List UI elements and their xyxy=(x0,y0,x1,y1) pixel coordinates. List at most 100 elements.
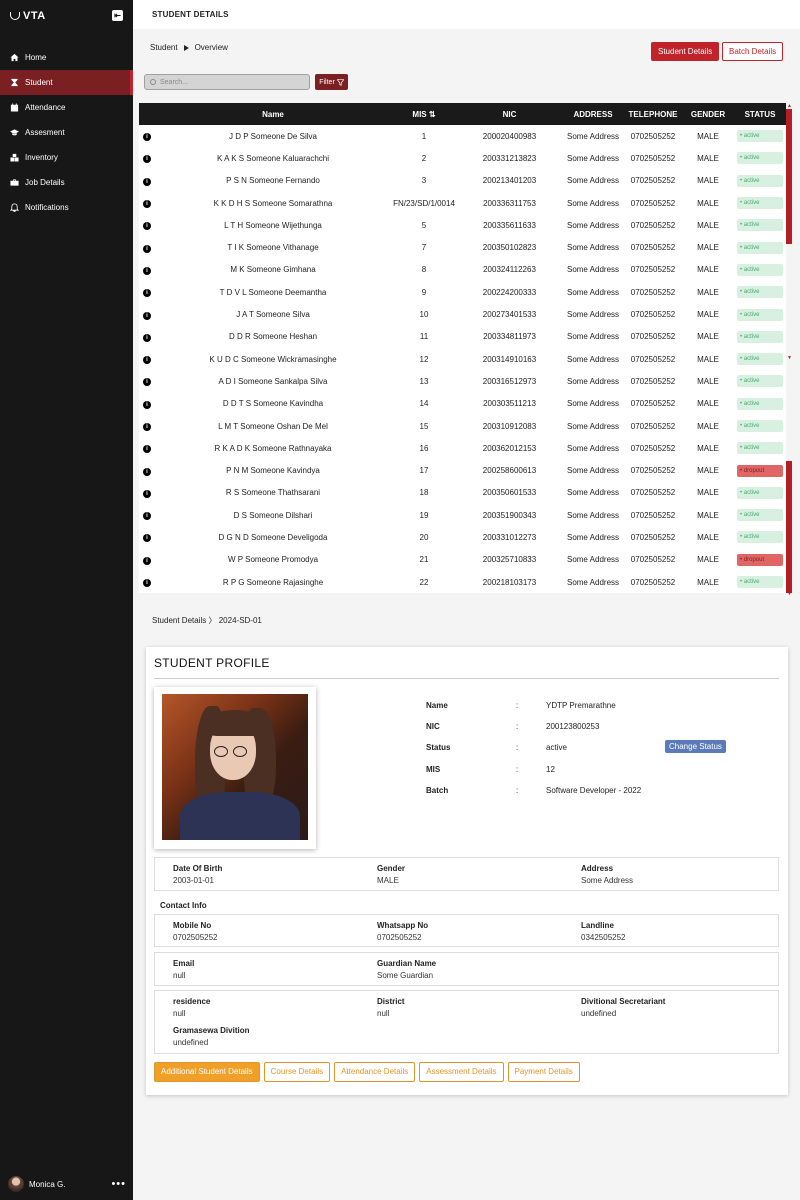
cell-info[interactable]: i xyxy=(139,281,155,303)
table-row[interactable]: i K A K S Someone Kaluarachchi 2 2003312138… xyxy=(139,147,786,169)
cell-info[interactable]: i xyxy=(139,437,155,459)
more-options-icon[interactable]: ••• xyxy=(111,1178,126,1190)
info-icon[interactable]: i xyxy=(143,556,151,565)
cell-info[interactable]: i xyxy=(139,170,155,192)
cell-info[interactable]: i xyxy=(139,259,155,281)
info-icon[interactable]: i xyxy=(143,423,151,431)
cell-info[interactable]: i xyxy=(139,192,155,214)
sidebar-item-assesment[interactable]: Assesment xyxy=(0,120,133,145)
info-icon[interactable]: i xyxy=(143,445,151,454)
student-details-button[interactable]: Student Details xyxy=(651,42,720,61)
cell-info[interactable]: i xyxy=(139,214,155,236)
table-row[interactable]: i K U D C Someone Wickramasinghe 12 2003149… xyxy=(139,348,786,370)
table-row[interactable]: i J A T Someone Silva 10 200273401533 Some A… xyxy=(139,303,786,325)
info-icon[interactable]: i xyxy=(143,333,151,342)
scrollbar-thumb[interactable] xyxy=(786,461,792,593)
cell-info[interactable]: i xyxy=(139,504,155,526)
table-row[interactable]: i R S Someone Thathsarani 18 200350601533 So… xyxy=(139,482,786,504)
sidebar-item-inventory[interactable]: Inventory xyxy=(0,145,133,170)
table-row[interactable]: i D D R Someone Heshan 11 200334811973 Some … xyxy=(139,326,786,348)
sidebar-item-student[interactable]: Student xyxy=(0,70,133,95)
info-icon[interactable]: i xyxy=(143,244,151,253)
info-icon[interactable]: i xyxy=(143,133,151,142)
change-status-button[interactable]: Change Status xyxy=(665,740,726,753)
table-row[interactable]: i W P Someone Promodya 21 200325710833 Some … xyxy=(139,549,786,571)
info-icon[interactable]: i xyxy=(143,356,151,365)
collapse-sidebar-button[interactable]: ⇤ xyxy=(112,10,123,21)
table-row[interactable]: i R K A D K Someone Rathnayaka 16 200362012… xyxy=(139,437,786,459)
info-icon[interactable]: i xyxy=(143,222,151,231)
cell-info[interactable]: i xyxy=(139,147,155,169)
sidebar-item-notifications[interactable]: Notifications xyxy=(0,195,133,220)
cell-info[interactable]: i xyxy=(139,393,155,415)
info-icon[interactable]: i xyxy=(143,579,151,588)
col-telephone[interactable]: TELEPHONE xyxy=(624,103,682,125)
table-row[interactable]: i P N M Someone Kavindya 17 200258600613 Som… xyxy=(139,459,786,481)
table-row[interactable]: i R P G Someone Rajasinghe 22 200218103173 S… xyxy=(139,571,786,593)
info-icon[interactable]: i xyxy=(143,155,151,164)
cell-info[interactable]: i xyxy=(139,459,155,481)
table-row[interactable]: i K K D H S Someone Somarathna FN/23/SD/1/… xyxy=(139,192,786,214)
col-nic[interactable]: NIC xyxy=(457,103,562,125)
tab-attendance-details[interactable]: Attendance Details xyxy=(334,1062,416,1082)
cell-info[interactable]: i xyxy=(139,482,155,504)
breadcrumb-student[interactable]: Student xyxy=(150,43,178,52)
info-icon[interactable]: i xyxy=(143,311,151,320)
table-row[interactable]: i D S Someone Dilshari 19 200351900343 Some … xyxy=(139,504,786,526)
table-row[interactable]: i D D T S Someone Kavindha 14 200303511213 S… xyxy=(139,393,786,415)
info-icon[interactable]: i xyxy=(143,467,151,476)
table-row[interactable]: i P S N Someone Fernando 3 200213401203 Some… xyxy=(139,170,786,192)
cell-info[interactable]: i xyxy=(139,236,155,258)
cell-mis: 18 xyxy=(419,488,429,498)
batch-details-button[interactable]: Batch Details xyxy=(722,42,784,61)
scroll-down-icon[interactable]: ▼ xyxy=(787,355,792,361)
sidebar-item-attendance[interactable]: Attendance xyxy=(0,95,133,120)
scroll-down-icon[interactable]: ▼ xyxy=(787,591,792,597)
tab-assessment-details[interactable]: Assessment Details xyxy=(419,1062,504,1082)
cell-info[interactable]: i xyxy=(139,303,155,325)
app-logo[interactable]: VTA xyxy=(10,10,46,22)
info-icon[interactable]: i xyxy=(143,489,151,498)
col-address[interactable]: ADDRESS xyxy=(562,103,624,125)
filter-button[interactable]: Filter xyxy=(315,74,348,90)
table-row[interactable]: i T I K Someone Vithanage 7 200350102823 Som… xyxy=(139,236,786,258)
cell-info[interactable]: i xyxy=(139,370,155,392)
cell-info[interactable]: i xyxy=(139,549,155,571)
graduation-cap-icon xyxy=(10,128,19,137)
scrollbar-thumb[interactable] xyxy=(786,109,792,244)
search-input[interactable]: Search... xyxy=(144,74,310,90)
col-mis[interactable]: MIS ⇅ xyxy=(391,103,457,125)
table-row[interactable]: i T D V L Someone Deemantha 9 200224200333 S… xyxy=(139,281,786,303)
table-row[interactable]: i M K Someone Gimhana 8 200324112263 Some Ad… xyxy=(139,259,786,281)
cell-info[interactable]: i xyxy=(139,571,155,593)
table-row[interactable]: i A D I Someone Sankalpa Silva 13 200316512… xyxy=(139,370,786,392)
info-icon[interactable]: i xyxy=(143,378,151,387)
info-icon[interactable]: i xyxy=(143,534,151,543)
cell-info[interactable]: i xyxy=(139,348,155,370)
cell-info[interactable]: i xyxy=(139,326,155,348)
info-icon[interactable]: i xyxy=(143,400,151,409)
col-name[interactable]: Name xyxy=(155,103,391,125)
table-row[interactable]: i L T H Someone Wijethunga 5 200335611633 So… xyxy=(139,214,786,236)
table-scrollbar[interactable]: ▲ ▼ ▼ xyxy=(786,103,792,598)
info-icon[interactable]: i xyxy=(143,289,151,298)
tab-payment-details[interactable]: Payment Details xyxy=(507,1062,580,1082)
user-profile[interactable]: Monica G. ••• xyxy=(8,1176,126,1192)
info-icon[interactable]: i xyxy=(143,177,151,186)
breadcrumb-student-details[interactable]: Student Details xyxy=(152,616,206,625)
tab-additional-student-details[interactable]: Additional Student Details xyxy=(154,1062,260,1082)
table-row[interactable]: i L M T Someone Oshan De Mel 15 20031091208… xyxy=(139,415,786,437)
cell-info[interactable]: i xyxy=(139,415,155,437)
tab-course-details[interactable]: Course Details xyxy=(263,1062,331,1082)
cell-info[interactable]: i xyxy=(139,526,155,548)
sidebar-item-job-details[interactable]: Job Details xyxy=(0,170,133,195)
cell-info[interactable]: i xyxy=(139,125,155,147)
table-row[interactable]: i J D P Someone De Silva 1 200020400983 Some… xyxy=(139,125,786,147)
table-row[interactable]: i D G N D Someone Develigoda 20 20033101227… xyxy=(139,526,786,548)
col-gender[interactable]: GENDER xyxy=(682,103,734,125)
col-status[interactable]: STATUS xyxy=(734,103,786,125)
sidebar-item-home[interactable]: Home xyxy=(0,45,133,70)
info-icon[interactable]: i xyxy=(143,512,151,521)
info-icon[interactable]: i xyxy=(143,200,151,209)
info-icon[interactable]: i xyxy=(143,266,151,275)
